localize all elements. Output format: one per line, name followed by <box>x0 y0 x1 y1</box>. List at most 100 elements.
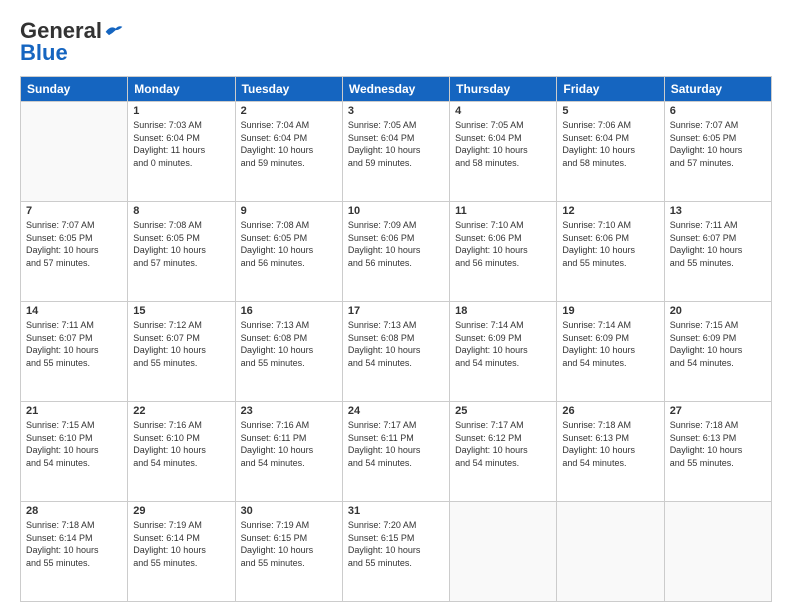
calendar-cell <box>21 102 128 202</box>
day-number: 9 <box>241 205 337 217</box>
calendar-cell: 13 Sunrise: 7:11 AM Sunset: 6:07 PM Dayli… <box>664 202 771 302</box>
day-number: 19 <box>562 305 658 317</box>
day-info: Sunrise: 7:17 AM Sunset: 6:12 PM Dayligh… <box>455 419 551 469</box>
logo-blue: Blue <box>20 40 68 66</box>
calendar-cell: 15Sunrise: 7:12 AM Sunset: 6:07 PM Dayli… <box>128 302 235 402</box>
calendar-cell: 16 Sunrise: 7:13 AM Sunset: 6:08 PM Dayli… <box>235 302 342 402</box>
day-number: 23 <box>241 405 337 417</box>
calendar-cell: 20Sunrise: 7:15 AM Sunset: 6:09 PM Dayli… <box>664 302 771 402</box>
day-info: Sunrise: 7:14 AM Sunset: 6:09 PM Dayligh… <box>455 319 551 369</box>
calendar-cell: 10Sunrise: 7:09 AM Sunset: 6:06 PM Dayli… <box>342 202 449 302</box>
weekday-header: Monday <box>128 77 235 102</box>
day-info: Sunrise: 7:13 AM Sunset: 6:08 PM Dayligh… <box>348 319 444 369</box>
day-info: Sunrise: 7:17 AM Sunset: 6:11 PM Dayligh… <box>348 419 444 469</box>
day-info: Sunrise: 7:07 AM Sunset: 6:05 PM Dayligh… <box>670 119 766 169</box>
day-number: 26 <box>562 405 658 417</box>
page: General Blue SundayMondayTuesdayWednesda… <box>0 0 792 612</box>
calendar-week-row: 1Sunrise: 7:03 AM Sunset: 6:04 PM Daylig… <box>21 102 772 202</box>
day-info: Sunrise: 7:10 AM Sunset: 6:06 PM Dayligh… <box>562 219 658 269</box>
day-info: Sunrise: 7:16 AM Sunset: 6:11 PM Dayligh… <box>241 419 337 469</box>
day-info: Sunrise: 7:15 AM Sunset: 6:10 PM Dayligh… <box>26 419 122 469</box>
header: General Blue <box>20 18 772 66</box>
day-number: 17 <box>348 305 444 317</box>
day-info: Sunrise: 7:18 AM Sunset: 6:13 PM Dayligh… <box>670 419 766 469</box>
calendar-week-row: 21 Sunrise: 7:15 AM Sunset: 6:10 PM Dayli… <box>21 402 772 502</box>
day-info: Sunrise: 7:11 AM Sunset: 6:07 PM Dayligh… <box>26 319 122 369</box>
day-number: 1 <box>133 105 229 117</box>
day-number: 3 <box>348 105 444 117</box>
calendar-cell: 23 Sunrise: 7:16 AM Sunset: 6:11 PM Dayli… <box>235 402 342 502</box>
day-number: 11 <box>455 205 551 217</box>
calendar-table: SundayMondayTuesdayWednesdayThursdayFrid… <box>20 76 772 602</box>
day-info: Sunrise: 7:19 AM Sunset: 6:15 PM Dayligh… <box>241 519 337 569</box>
day-info: Sunrise: 7:05 AM Sunset: 6:04 PM Dayligh… <box>348 119 444 169</box>
calendar-cell: 21 Sunrise: 7:15 AM Sunset: 6:10 PM Dayli… <box>21 402 128 502</box>
day-number: 5 <box>562 105 658 117</box>
day-number: 22 <box>133 405 229 417</box>
day-info: Sunrise: 7:05 AM Sunset: 6:04 PM Dayligh… <box>455 119 551 169</box>
calendar-cell: 31Sunrise: 7:20 AM Sunset: 6:15 PM Dayli… <box>342 502 449 602</box>
day-number: 25 <box>455 405 551 417</box>
day-number: 27 <box>670 405 766 417</box>
day-number: 21 <box>26 405 122 417</box>
day-info: Sunrise: 7:18 AM Sunset: 6:14 PM Dayligh… <box>26 519 122 569</box>
day-number: 24 <box>348 405 444 417</box>
day-info: Sunrise: 7:06 AM Sunset: 6:04 PM Dayligh… <box>562 119 658 169</box>
day-info: Sunrise: 7:12 AM Sunset: 6:07 PM Dayligh… <box>133 319 229 369</box>
calendar-cell: 25 Sunrise: 7:17 AM Sunset: 6:12 PM Dayli… <box>450 402 557 502</box>
calendar-cell: 14 Sunrise: 7:11 AM Sunset: 6:07 PM Dayli… <box>21 302 128 402</box>
calendar-cell: 19 Sunrise: 7:14 AM Sunset: 6:09 PM Dayli… <box>557 302 664 402</box>
day-info: Sunrise: 7:08 AM Sunset: 6:05 PM Dayligh… <box>133 219 229 269</box>
day-info: Sunrise: 7:09 AM Sunset: 6:06 PM Dayligh… <box>348 219 444 269</box>
calendar-cell <box>664 502 771 602</box>
day-info: Sunrise: 7:19 AM Sunset: 6:14 PM Dayligh… <box>133 519 229 569</box>
calendar-cell: 11 Sunrise: 7:10 AM Sunset: 6:06 PM Dayli… <box>450 202 557 302</box>
calendar-cell: 5 Sunrise: 7:06 AM Sunset: 6:04 PM Daylig… <box>557 102 664 202</box>
day-info: Sunrise: 7:04 AM Sunset: 6:04 PM Dayligh… <box>241 119 337 169</box>
calendar-header-row: SundayMondayTuesdayWednesdayThursdayFrid… <box>21 77 772 102</box>
day-info: Sunrise: 7:16 AM Sunset: 6:10 PM Dayligh… <box>133 419 229 469</box>
day-number: 12 <box>562 205 658 217</box>
calendar-cell: 17 Sunrise: 7:13 AM Sunset: 6:08 PM Dayli… <box>342 302 449 402</box>
calendar-cell: 18Sunrise: 7:14 AM Sunset: 6:09 PM Dayli… <box>450 302 557 402</box>
calendar-cell: 2Sunrise: 7:04 AM Sunset: 6:04 PM Daylig… <box>235 102 342 202</box>
day-info: Sunrise: 7:13 AM Sunset: 6:08 PM Dayligh… <box>241 319 337 369</box>
calendar-cell: 9 Sunrise: 7:08 AM Sunset: 6:05 PM Daylig… <box>235 202 342 302</box>
calendar-cell: 12 Sunrise: 7:10 AM Sunset: 6:06 PM Dayli… <box>557 202 664 302</box>
day-info: Sunrise: 7:07 AM Sunset: 6:05 PM Dayligh… <box>26 219 122 269</box>
day-number: 7 <box>26 205 122 217</box>
logo-bird-icon <box>104 23 124 39</box>
day-number: 30 <box>241 505 337 517</box>
weekday-header: Saturday <box>664 77 771 102</box>
calendar-week-row: 14 Sunrise: 7:11 AM Sunset: 6:07 PM Dayli… <box>21 302 772 402</box>
day-number: 29 <box>133 505 229 517</box>
weekday-header: Sunday <box>21 77 128 102</box>
calendar-cell: 8 Sunrise: 7:08 AM Sunset: 6:05 PM Daylig… <box>128 202 235 302</box>
day-info: Sunrise: 7:20 AM Sunset: 6:15 PM Dayligh… <box>348 519 444 569</box>
day-info: Sunrise: 7:18 AM Sunset: 6:13 PM Dayligh… <box>562 419 658 469</box>
day-info: Sunrise: 7:10 AM Sunset: 6:06 PM Dayligh… <box>455 219 551 269</box>
day-info: Sunrise: 7:14 AM Sunset: 6:09 PM Dayligh… <box>562 319 658 369</box>
calendar-cell: 3 Sunrise: 7:05 AM Sunset: 6:04 PM Daylig… <box>342 102 449 202</box>
day-number: 8 <box>133 205 229 217</box>
calendar-cell: 24 Sunrise: 7:17 AM Sunset: 6:11 PM Dayli… <box>342 402 449 502</box>
day-info: Sunrise: 7:08 AM Sunset: 6:05 PM Dayligh… <box>241 219 337 269</box>
calendar-cell: 28Sunrise: 7:18 AM Sunset: 6:14 PM Dayli… <box>21 502 128 602</box>
day-number: 4 <box>455 105 551 117</box>
weekday-header: Thursday <box>450 77 557 102</box>
calendar-cell <box>450 502 557 602</box>
calendar-cell: 29 Sunrise: 7:19 AM Sunset: 6:14 PM Dayli… <box>128 502 235 602</box>
calendar-cell <box>557 502 664 602</box>
calendar-cell: 22 Sunrise: 7:16 AM Sunset: 6:10 PM Dayli… <box>128 402 235 502</box>
day-info: Sunrise: 7:11 AM Sunset: 6:07 PM Dayligh… <box>670 219 766 269</box>
weekday-header: Tuesday <box>235 77 342 102</box>
calendar-cell: 7 Sunrise: 7:07 AM Sunset: 6:05 PM Daylig… <box>21 202 128 302</box>
day-number: 6 <box>670 105 766 117</box>
day-number: 14 <box>26 305 122 317</box>
weekday-header: Wednesday <box>342 77 449 102</box>
day-number: 16 <box>241 305 337 317</box>
day-info: Sunrise: 7:15 AM Sunset: 6:09 PM Dayligh… <box>670 319 766 369</box>
day-number: 13 <box>670 205 766 217</box>
weekday-header: Friday <box>557 77 664 102</box>
calendar-cell: 26 Sunrise: 7:18 AM Sunset: 6:13 PM Dayli… <box>557 402 664 502</box>
